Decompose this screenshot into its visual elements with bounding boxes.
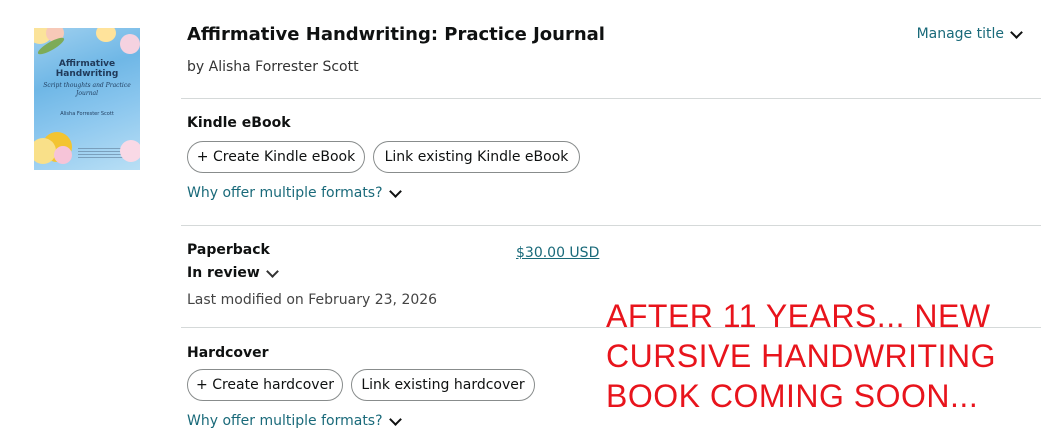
chevron-down-icon: [388, 412, 402, 426]
cover-title: Affirmative Handwriting: [55, 59, 119, 79]
paperback-status-label: In review: [187, 265, 260, 281]
why-multiple-formats-label: Why offer multiple formats?: [187, 185, 383, 201]
chevron-down-icon: [1010, 25, 1023, 39]
chevron-down-icon: [265, 264, 279, 278]
manage-title-label: Manage title: [916, 26, 1004, 42]
author-line: by Alisha Forrester Scott: [187, 59, 359, 75]
paperback-heading: Paperback: [187, 242, 270, 258]
paperback-status-dropdown[interactable]: In review: [187, 264, 279, 281]
paperback-price-link[interactable]: $30.00 USD: [516, 245, 599, 261]
announcement-line: CURSIVE HANDWRITING: [606, 338, 996, 374]
manage-title-dropdown[interactable]: Manage title: [916, 25, 1023, 42]
flower-decoration: [54, 146, 72, 164]
kindle-ebook-heading: Kindle eBook: [187, 115, 291, 131]
chevron-down-icon: [388, 184, 402, 198]
divider: [181, 225, 1041, 226]
why-multiple-formats-hardcover[interactable]: Why offer multiple formats?: [187, 412, 402, 429]
link-kindle-ebook-button[interactable]: Link existing Kindle eBook: [373, 141, 580, 173]
why-multiple-formats-kindle[interactable]: Why offer multiple formats?: [187, 184, 402, 201]
why-multiple-formats-label: Why offer multiple formats?: [187, 413, 383, 429]
link-hardcover-button[interactable]: Link existing hardcover: [351, 369, 535, 401]
flower-decoration: [96, 28, 116, 42]
cover-subtitle: Script thoughts and Practice Journal: [43, 82, 131, 97]
announcement-line: AFTER 11 YEARS... NEW: [606, 298, 991, 334]
flower-decoration: [120, 34, 140, 54]
flower-decoration: [120, 140, 140, 162]
create-kindle-ebook-button[interactable]: + Create Kindle eBook: [187, 141, 365, 173]
book-cover-thumbnail[interactable]: Affirmative Handwriting Script thoughts …: [34, 28, 140, 170]
create-hardcover-button[interactable]: + Create hardcover: [187, 369, 343, 401]
hardcover-heading: Hardcover: [187, 345, 269, 361]
divider: [181, 98, 1041, 99]
announcement-line: BOOK COMING SOON...: [606, 378, 979, 414]
paperback-last-modified: Last modified on February 23, 2026: [187, 292, 438, 308]
announcement-overlay: AFTER 11 YEARS... NEW CURSIVE HANDWRITIN…: [606, 296, 1046, 416]
cover-author: Alisha Forrester Scott: [60, 111, 114, 117]
book-title[interactable]: Affirmative Handwriting: Practice Journa…: [187, 24, 605, 45]
